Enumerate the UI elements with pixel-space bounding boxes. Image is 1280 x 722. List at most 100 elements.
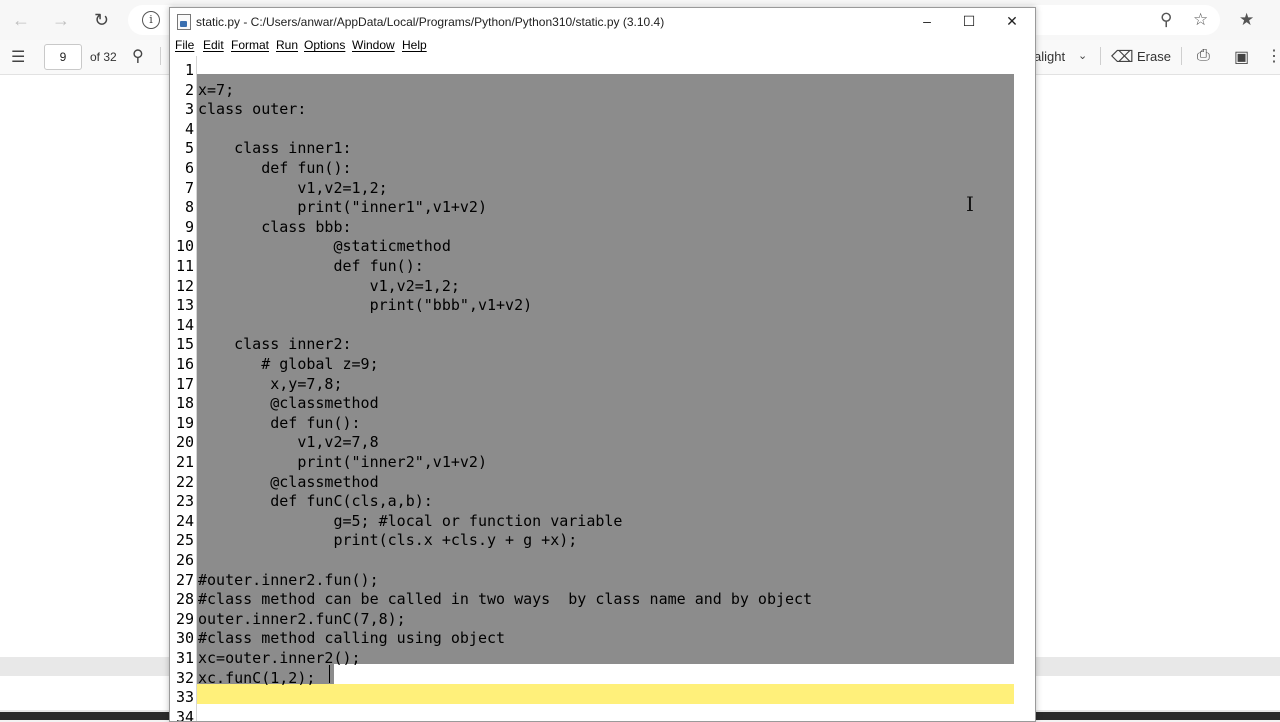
menu-bar: File Edit Format Run Options Window Help (170, 35, 1035, 55)
code-line[interactable]: 31 xc=outer.inner2(); (170, 648, 1015, 668)
code-line[interactable]: 20 v1,v2=7,8 (170, 432, 1015, 452)
code-line[interactable]: 13 print("bbb",v1+v2) (170, 295, 1015, 315)
menu-format[interactable]: Format (231, 38, 269, 52)
code-line[interactable]: 23 def funC(cls,a,b): (170, 491, 1015, 511)
code-line[interactable]: 30 #class method calling using object (170, 628, 1015, 648)
code-line[interactable]: 11 def fun(): (170, 256, 1015, 276)
code-line[interactable]: 22 @classmethod (170, 472, 1015, 492)
highlight-button[interactable]: alight (1034, 49, 1065, 64)
line-number: 28 (175, 590, 194, 609)
code-text[interactable]: def fun(): (198, 413, 360, 433)
refresh-icon[interactable]: ↻ (94, 10, 109, 31)
page-number-input[interactable]: 9 (44, 44, 82, 70)
code-text[interactable]: print(cls.x +cls.y + g +x); (198, 530, 577, 550)
code-text[interactable]: print("bbb",v1+v2) (198, 295, 533, 315)
code-text[interactable]: @classmethod (198, 393, 378, 413)
menu-run[interactable]: Run (276, 38, 298, 52)
code-text[interactable]: #outer.inner2.fun(); (198, 570, 379, 590)
line-number: 8 (184, 198, 194, 217)
ibeam-cursor-icon: I (966, 192, 974, 216)
code-line[interactable]: 33 (170, 687, 1015, 707)
code-line[interactable]: 12 v1,v2=1,2; (170, 276, 1015, 296)
code-line[interactable]: 9 class bbb: (170, 217, 1015, 237)
line-number: 12 (175, 276, 194, 295)
forward-arrow-icon[interactable]: → (52, 10, 70, 31)
menu-file[interactable]: File (175, 38, 194, 52)
code-line[interactable]: 32 xc.funC(1,2); (170, 668, 1015, 688)
eraser-icon[interactable]: ⌫ (1111, 47, 1134, 67)
code-line[interactable]: 16 # global z=9; (170, 354, 1015, 374)
code-text[interactable]: xc=outer.inner2(); (198, 648, 361, 668)
code-line[interactable]: 18 @classmethod (170, 393, 1015, 413)
title-bar[interactable]: static.py - C:/Users/anwar/AppData/Local… (170, 8, 1035, 35)
line-number: 14 (175, 315, 194, 334)
code-text[interactable]: outer.inner2.funC(7,8); (198, 609, 406, 629)
menu-edit[interactable]: Edit (203, 38, 224, 52)
code-line[interactable]: 7 v1,v2=1,2; (170, 178, 1015, 198)
minimize-icon[interactable]: – (905, 8, 949, 35)
code-line[interactable]: 10 @staticmethod (170, 236, 1015, 256)
code-line[interactable]: 5 class inner1: (170, 138, 1015, 158)
code-line[interactable]: 26 (170, 550, 1015, 570)
code-text[interactable]: print("inner2",v1+v2) (198, 452, 487, 472)
code-line[interactable]: 14 (170, 315, 1015, 335)
contents-list-icon[interactable]: ☰ (11, 47, 25, 67)
code-text[interactable]: def fun(): (198, 158, 351, 178)
python-file-icon (177, 14, 191, 30)
close-icon[interactable]: ✕ (990, 8, 1034, 35)
code-line[interactable]: 24 g=5; #local or function variable (170, 511, 1015, 531)
menu-help[interactable]: Help (402, 38, 427, 52)
code-text[interactable]: class inner2: (198, 334, 351, 354)
code-text[interactable]: def funC(cls,a,b): (198, 491, 433, 511)
code-line[interactable]: 1 (170, 60, 1015, 80)
code-text[interactable]: # global z=9; (198, 354, 378, 374)
code-text[interactable]: x,y=7,8; (198, 374, 342, 394)
code-text[interactable]: v1,v2=1,2; (198, 276, 460, 296)
info-icon[interactable]: i (142, 11, 160, 29)
code-line[interactable]: 29 outer.inner2.funC(7,8); (170, 609, 1015, 629)
code-line[interactable]: 4 (170, 119, 1015, 139)
erase-button[interactable]: Erase (1137, 49, 1171, 64)
line-number: 23 (175, 492, 194, 511)
code-editor[interactable]: 1 2 x=7; 3 class outer: 4 5 class inner1: 6 def… (170, 56, 1035, 721)
back-arrow-icon[interactable]: ← (12, 10, 30, 31)
code-text[interactable]: g=5; #local or function variable (198, 511, 622, 531)
code-text[interactable]: class outer: (198, 99, 306, 119)
code-line[interactable]: 21 print("inner2",v1+v2) (170, 452, 1015, 472)
print-icon[interactable]: ⎙ (1197, 47, 1210, 65)
menu-options[interactable]: Options (304, 38, 345, 52)
code-text[interactable]: print("inner1",v1+v2) (198, 197, 487, 217)
code-text[interactable]: @classmethod (198, 472, 378, 492)
save-icon[interactable]: ▣ (1234, 47, 1249, 67)
code-text[interactable]: class bbb: (198, 217, 351, 237)
more-options-icon[interactable]: ⋮ (1266, 46, 1280, 66)
code-line[interactable]: 8 print("inner1",v1+v2) (170, 197, 1015, 217)
search-icon[interactable]: ⚲ (132, 46, 144, 66)
code-line[interactable]: 25 print(cls.x +cls.y + g +x); (170, 530, 1015, 550)
line-number: 24 (175, 511, 194, 530)
code-line[interactable]: 2 x=7; (170, 80, 1015, 100)
code-text[interactable]: #class method calling using object (198, 628, 505, 648)
maximize-icon[interactable]: ☐ (947, 8, 991, 35)
code-line[interactable]: 17 x,y=7,8; (170, 374, 1015, 394)
code-text[interactable]: #class method can be called in two ways … (198, 589, 812, 609)
code-text[interactable]: v1,v2=7,8 (198, 432, 378, 452)
chevron-down-icon[interactable]: ⌄ (1078, 49, 1087, 62)
code-text[interactable]: x=7; (198, 80, 234, 100)
code-line[interactable]: 27 #outer.inner2.fun(); (170, 570, 1015, 590)
menu-window[interactable]: Window (352, 38, 395, 52)
code-text[interactable]: xc.funC(1,2); (198, 668, 315, 688)
favorite-star-icon[interactable]: ☆ (1193, 10, 1208, 30)
code-text[interactable]: v1,v2=1,2; (198, 178, 387, 198)
zoom-icon[interactable]: ⚲ (1160, 10, 1172, 30)
code-text[interactable]: @staticmethod (198, 236, 450, 256)
code-line[interactable]: 19 def fun(): (170, 413, 1015, 433)
favorites-list-icon[interactable]: ★ (1239, 10, 1254, 30)
code-line[interactable]: 28 #class method can be called in two way… (170, 589, 1015, 609)
code-line[interactable]: 15 class inner2: (170, 334, 1015, 354)
code-line[interactable]: 6 def fun(): (170, 158, 1015, 178)
code-text[interactable]: class inner1: (198, 138, 351, 158)
code-line[interactable]: 3 class outer: (170, 99, 1015, 119)
code-text[interactable]: def fun(): (198, 256, 423, 276)
line-number: 31 (175, 649, 194, 667)
